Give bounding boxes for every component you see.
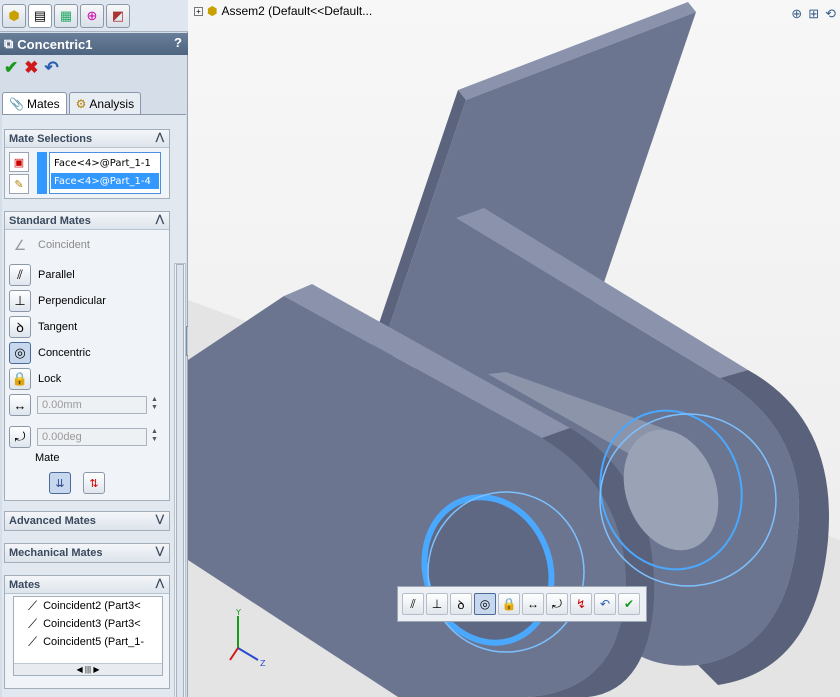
advanced-mates-header[interactable]: Advanced Mates ⋁ [5,512,169,530]
manager-tabs: ⬢ ▤ ▦ ⊕ ◩ [0,0,188,32]
mate-tangent[interactable]: ꝺ Tangent [9,316,77,338]
ok-button[interactable]: ✔ [4,58,18,78]
zoom-to-fit-icon[interactable]: ⊕ [791,6,802,22]
mate-popup-toolbar: ⫽ ⊥ ꝺ ◎ 🔒 ↔ ⤾ ↯ ↶ ✔ [397,586,647,622]
list-item[interactable]: ⟋ Coincident5 (Part_1- [14,633,162,651]
mate-lock[interactable]: 🔒 Lock [9,368,61,390]
tab-mates-label: Mates [26,96,60,111]
tangent-icon: ꝺ [9,316,31,338]
analysis-icon: ⚙ [75,96,87,111]
anti-aligned-icon[interactable]: ⇅ [83,472,105,494]
concentric-icon: ◎ [9,342,31,364]
angle-icon[interactable]: ⤾ [546,593,568,615]
list-item[interactable]: ⟋ Coincident2 (Part3< [14,597,162,615]
lock-icon: 🔒 [9,368,31,390]
list-item[interactable]: ⟋ Coincident3 (Part3< [14,615,162,633]
zoom-area-icon[interactable]: ⊞ [808,6,819,22]
collapse-icon[interactable]: ⋀ [156,578,164,589]
selection-bar [37,152,47,194]
property-title-bar: ⧉ Concentric1 ? [0,33,188,55]
mechanical-mates-header[interactable]: Mechanical Mates ⋁ [5,544,169,562]
paperclip-icon: 📎 [9,96,24,111]
panel-area: Mate Selections ⋀ ▣ ✎ Face<4>@Part_1-1 F… [2,114,186,697]
perpendicular-icon: ⊥ [9,290,31,312]
selected-entities-icon: ▣ [9,152,29,172]
perpendicular-icon[interactable]: ⊥ [426,593,448,615]
aligned-icon[interactable]: ⇊ [49,472,71,494]
mate-parallel[interactable]: ⫽ Parallel [9,264,75,286]
collapse-icon[interactable]: ⋀ [156,214,164,225]
coincident-icon: ⟋ [28,634,38,649]
tab-analysis-label: Analysis [89,96,135,111]
distance-icon[interactable]: ↔ [522,593,544,615]
assembly-icon: ⬢ [207,4,218,18]
mates-box: Mates ⋀ ⟋ Coincident2 (Part3< ⟋ Coincide… [4,575,170,689]
assembly-name[interactable]: Assem2 (Default<<Default... [221,4,372,18]
property-manager-icon[interactable]: ▤ [28,3,52,28]
expand-icon[interactable]: ⋁ [156,546,164,557]
collapse-icon[interactable]: ⋀ [156,132,164,143]
mate-alignment-label: Mate [35,452,60,464]
distance-spinner[interactable]: ▲ ▼ [151,396,161,412]
property-tabs: 📎 Mates ⚙ Analysis [2,92,142,114]
mates-header[interactable]: Mates ⋀ [5,576,169,594]
configuration-manager-icon[interactable]: ▦ [54,3,78,28]
property-manager-panel: ⬢ ▤ ▦ ⊕ ◩ ⧉ Concentric1 ? ✔ ✖ ↶ 📎 Mates … [0,0,188,697]
angle-icon[interactable]: ⤾ [9,426,31,448]
coincident-icon: ⟋ [28,598,38,613]
tangent-icon[interactable]: ꝺ [450,593,472,615]
vertical-scrollbar[interactable] [174,263,186,697]
coincident-icon: ∠ [13,236,27,253]
advanced-mates-box[interactable]: Advanced Mates ⋁ [4,511,170,531]
angle-input[interactable]: 0.00deg [37,428,147,446]
tab-analysis[interactable]: ⚙ Analysis [68,92,142,114]
mate-icon: ⧉ [4,36,14,51]
lock-icon[interactable]: 🔒 [498,593,520,615]
distance-input[interactable]: 0.00mm [37,396,147,414]
cancel-button[interactable]: ✖ [24,58,38,78]
pin-icon[interactable]: ✎ [9,174,29,194]
undo-button[interactable]: ↶ [45,58,59,78]
dim-xpert-icon[interactable]: ⊕ [80,3,104,28]
axis-triad-icon: Y Z [229,608,266,668]
expand-icon[interactable]: + [194,6,203,16]
standard-mates-header[interactable]: Standard Mates ⋀ [5,212,169,230]
mate-perpendicular[interactable]: ⊥ Perpendicular [9,290,106,312]
list-item[interactable]: Face<4>@Part_1-4 [51,173,159,189]
parallel-icon[interactable]: ⫽ [402,593,424,615]
standard-mates-box: Standard Mates ⋀ ∠ Coincident ⫽ Parallel… [4,211,170,501]
mate-selection-list[interactable]: Face<4>@Part_1-1 Face<4>@Part_1-4 [49,152,161,194]
mechanical-mates-box[interactable]: Mechanical Mates ⋁ [4,543,170,563]
distance-icon[interactable]: ↔ [9,394,31,416]
expand-icon[interactable]: ⋁ [156,514,164,525]
mate-concentric[interactable]: ◎ Concentric [9,342,91,364]
graphics-viewport[interactable]: + ⬢ Assem2 (Default<<Default... ⊕ ⊞ ⟲ ⫽ … [188,0,840,697]
svg-text:Y: Y [235,608,241,617]
list-item[interactable]: Face<4>@Part_1-1 [51,155,159,171]
feature-manager-icon[interactable]: ⬢ [2,3,26,28]
feature-tree-header[interactable]: + ⬢ Assem2 (Default<<Default... [194,4,372,18]
parallel-icon: ⫽ [9,264,31,286]
flip-alignment-icon[interactable]: ↯ [570,593,592,615]
mate-selections-header[interactable]: Mate Selections ⋀ [5,130,169,148]
ok-icon[interactable]: ✔ [618,593,640,615]
horizontal-scrollbar[interactable]: ◀ ||| ▶ [14,663,162,675]
tab-mates[interactable]: 📎 Mates [2,92,67,114]
coincident-icon: ⟋ [28,616,38,631]
action-buttons: ✔ ✖ ↶ [4,58,59,78]
mate-coincident[interactable]: ∠ Coincident [9,234,90,256]
view-toolbar: ⊕ ⊞ ⟲ [791,6,836,22]
svg-text:Z: Z [260,659,266,668]
concentric-icon[interactable]: ◎ [474,593,496,615]
angle-spinner[interactable]: ▲ ▼ [151,428,161,444]
property-title: Concentric1 [17,36,93,52]
previous-view-icon[interactable]: ⟲ [825,6,836,22]
mate-selections-box: Mate Selections ⋀ ▣ ✎ Face<4>@Part_1-1 F… [4,129,170,199]
undo-icon[interactable]: ↶ [594,593,616,615]
scroll-thumb[interactable] [176,264,184,697]
mates-list[interactable]: ⟋ Coincident2 (Part3< ⟋ Coincident3 (Par… [13,596,163,676]
display-manager-icon[interactable]: ◩ [106,3,130,28]
help-button[interactable]: ? [174,35,182,50]
